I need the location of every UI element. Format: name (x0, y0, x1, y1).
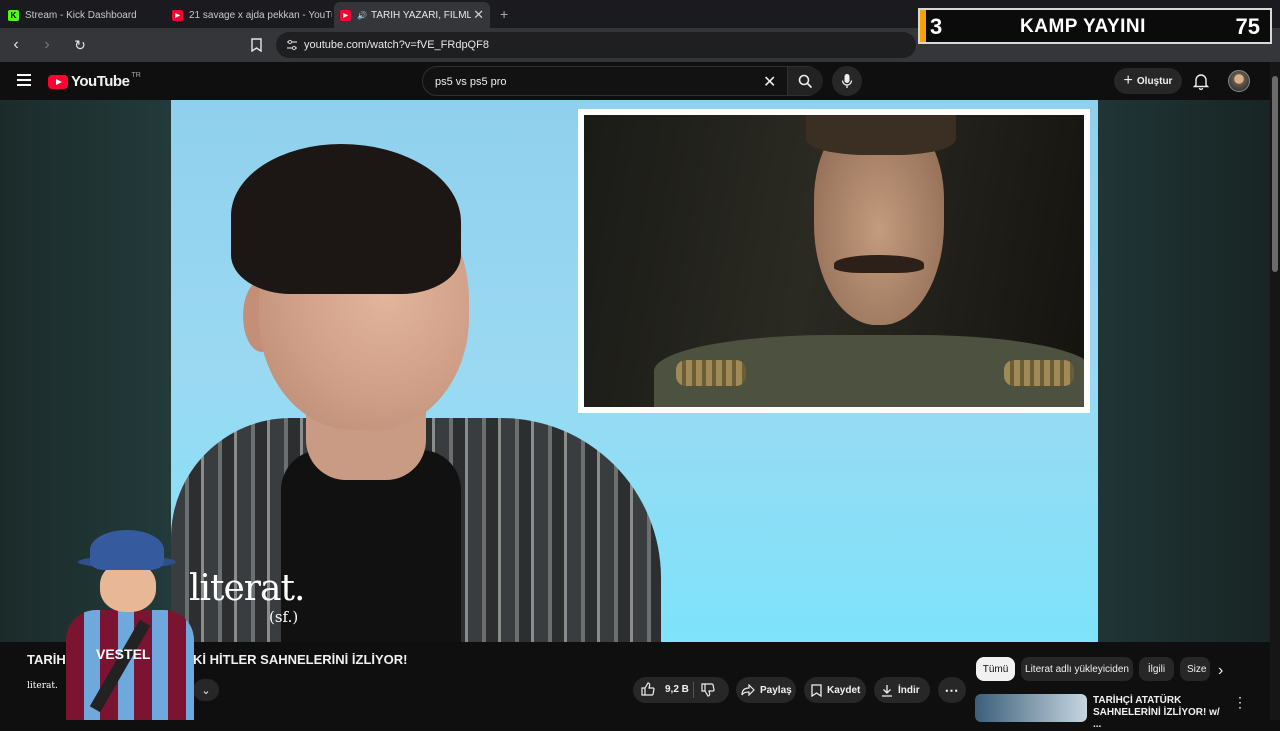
youtube-logo[interactable]: YouTube TR (48, 72, 141, 90)
watermark-main: literat. (189, 568, 305, 609)
officer-moustache (834, 255, 924, 273)
video-title-start: TARİH (27, 652, 66, 667)
voice-search-button[interactable] (832, 66, 862, 96)
chip-for-you[interactable]: Size (1180, 657, 1210, 681)
jersey-sponsor-text: VESTEL (96, 646, 151, 662)
plus-icon: + (1123, 72, 1133, 89)
channel-watermark: literat. (sf.) (189, 568, 305, 626)
site-settings-icon (287, 39, 297, 51)
overlay-accent-bar (920, 10, 926, 42)
create-label: Oluştur (1136, 75, 1173, 87)
hamburger-menu-icon[interactable] (17, 74, 31, 86)
microphone-icon (841, 74, 853, 88)
chevron-right-icon[interactable]: › (1218, 662, 1223, 680)
forward-button[interactable]: › (37, 35, 57, 55)
officer-epaulette-left (676, 360, 746, 386)
more-vert-icon[interactable]: ⋮ (1233, 694, 1247, 711)
officer-epaulette-right (1004, 360, 1074, 386)
inset-film-clip (578, 109, 1090, 413)
recommended-title[interactable]: TARİHÇİ ATATÜRK SAHNELERİNİ İZLİYOR! w/ … (1093, 695, 1223, 731)
dislike-button[interactable] (701, 683, 720, 700)
create-button[interactable]: + Oluştur (1114, 68, 1182, 94)
character-jersey (66, 610, 194, 720)
ambient-glow-right (1098, 100, 1270, 642)
download-icon (882, 684, 892, 697)
chip-from-uploader[interactable]: Literat adlı yükleyiciden (1021, 657, 1133, 681)
account-avatar[interactable] (1228, 70, 1250, 92)
chip-related[interactable]: İlgili (1139, 657, 1174, 681)
search-button[interactable] (787, 67, 823, 95)
tab-label: 21 savage x ajda pekkan - YouTube (189, 9, 332, 21)
youtube-icon: ▶ (340, 9, 351, 21)
video-title-end: Kİ HİTLER SAHNELERİNİ İZLİYOR! (193, 652, 408, 667)
search-input[interactable] (435, 73, 755, 91)
save-label: Kaydet (827, 684, 861, 696)
youtube-wordmark: YouTube (71, 73, 130, 90)
watermark-sub: (sf.) (269, 608, 299, 626)
download-label: İndir (898, 684, 920, 696)
kick-icon: K (8, 9, 19, 21)
stream-overlay-badge: 3 KAMP YAYINI 75 (918, 8, 1272, 44)
youtube-play-icon (48, 74, 68, 89)
tab-label: TARİH YAZARI, FİLMLERDEKİ (370, 9, 471, 21)
chip-all[interactable]: Tümü (976, 657, 1015, 681)
film-scene (584, 115, 1084, 407)
thumbs-up-icon (641, 682, 655, 696)
region-code: TR (131, 72, 141, 79)
save-button[interactable]: Kaydet (804, 677, 866, 703)
share-icon (741, 684, 755, 696)
search-box: ✕ (422, 66, 823, 96)
search-icon (798, 74, 813, 88)
recommended-video[interactable]: TARİHÇİ ATATÜRK SAHNELERİNİ İZLİYOR! w/ … (975, 692, 1265, 730)
overlay-left-number: 3 (930, 14, 943, 39)
url-text: youtube.com/watch?v=fVE_FRdpQF8 (304, 39, 489, 51)
share-button[interactable]: Paylaş (736, 677, 796, 703)
url-field[interactable]: youtube.com/watch?v=fVE_FRdpQF8 (276, 32, 916, 58)
audio-playing-icon: 🔊 (357, 10, 367, 20)
page-scrollbar[interactable] (1270, 62, 1280, 720)
officer-hair (806, 115, 956, 155)
notifications-bell-icon[interactable] (1192, 72, 1210, 90)
bookmark-button[interactable] (246, 35, 266, 55)
like-dislike-group: 9,2 B (633, 677, 729, 703)
youtube-icon: ▶ (172, 9, 183, 21)
scrollbar-thumb[interactable] (1272, 76, 1278, 272)
share-label: Paylaş (760, 684, 792, 696)
close-tab-icon[interactable]: ✕ (473, 7, 484, 23)
tab-kick-dashboard[interactable]: K Stream - Kick Dashboard (8, 4, 168, 26)
thumbs-down-icon (701, 683, 715, 697)
person-hair (231, 144, 461, 294)
new-tab-button[interactable]: + (500, 6, 508, 22)
like-count: 9,2 B (665, 683, 689, 695)
save-icon (811, 683, 822, 697)
reload-button[interactable]: ↻ (70, 35, 90, 55)
overlay-title: KAMP YAYINI (1020, 16, 1146, 37)
recommended-thumbnail[interactable] (975, 694, 1087, 722)
like-button[interactable]: 9,2 B (641, 682, 689, 696)
tab-label: Stream - Kick Dashboard (25, 9, 137, 21)
character-bucket-hat (90, 530, 164, 570)
overlay-right-number: 75 (1235, 14, 1260, 39)
bookmark-icon (250, 38, 262, 52)
tab-youtube-21-savage[interactable]: ▶ 21 savage x ajda pekkan - YouTube (172, 4, 332, 26)
tab-active-video[interactable]: ▶ 🔊 TARİH YAZARI, FİLMLERDEKİ ✕ (334, 2, 490, 28)
video-player[interactable]: literat. (sf.) (171, 100, 1098, 642)
channel-avatar[interactable]: literat. (27, 681, 58, 697)
streamer-character-overlay: VESTEL (62, 528, 200, 720)
back-button[interactable]: ‹ (6, 35, 26, 55)
more-actions-button[interactable]: ⋯ (938, 677, 966, 703)
clear-search-icon[interactable]: ✕ (763, 72, 776, 92)
youtube-header: YouTube TR ✕ + Oluştur (0, 62, 1280, 100)
like-divider (693, 682, 694, 698)
download-button[interactable]: İndir (874, 677, 930, 703)
